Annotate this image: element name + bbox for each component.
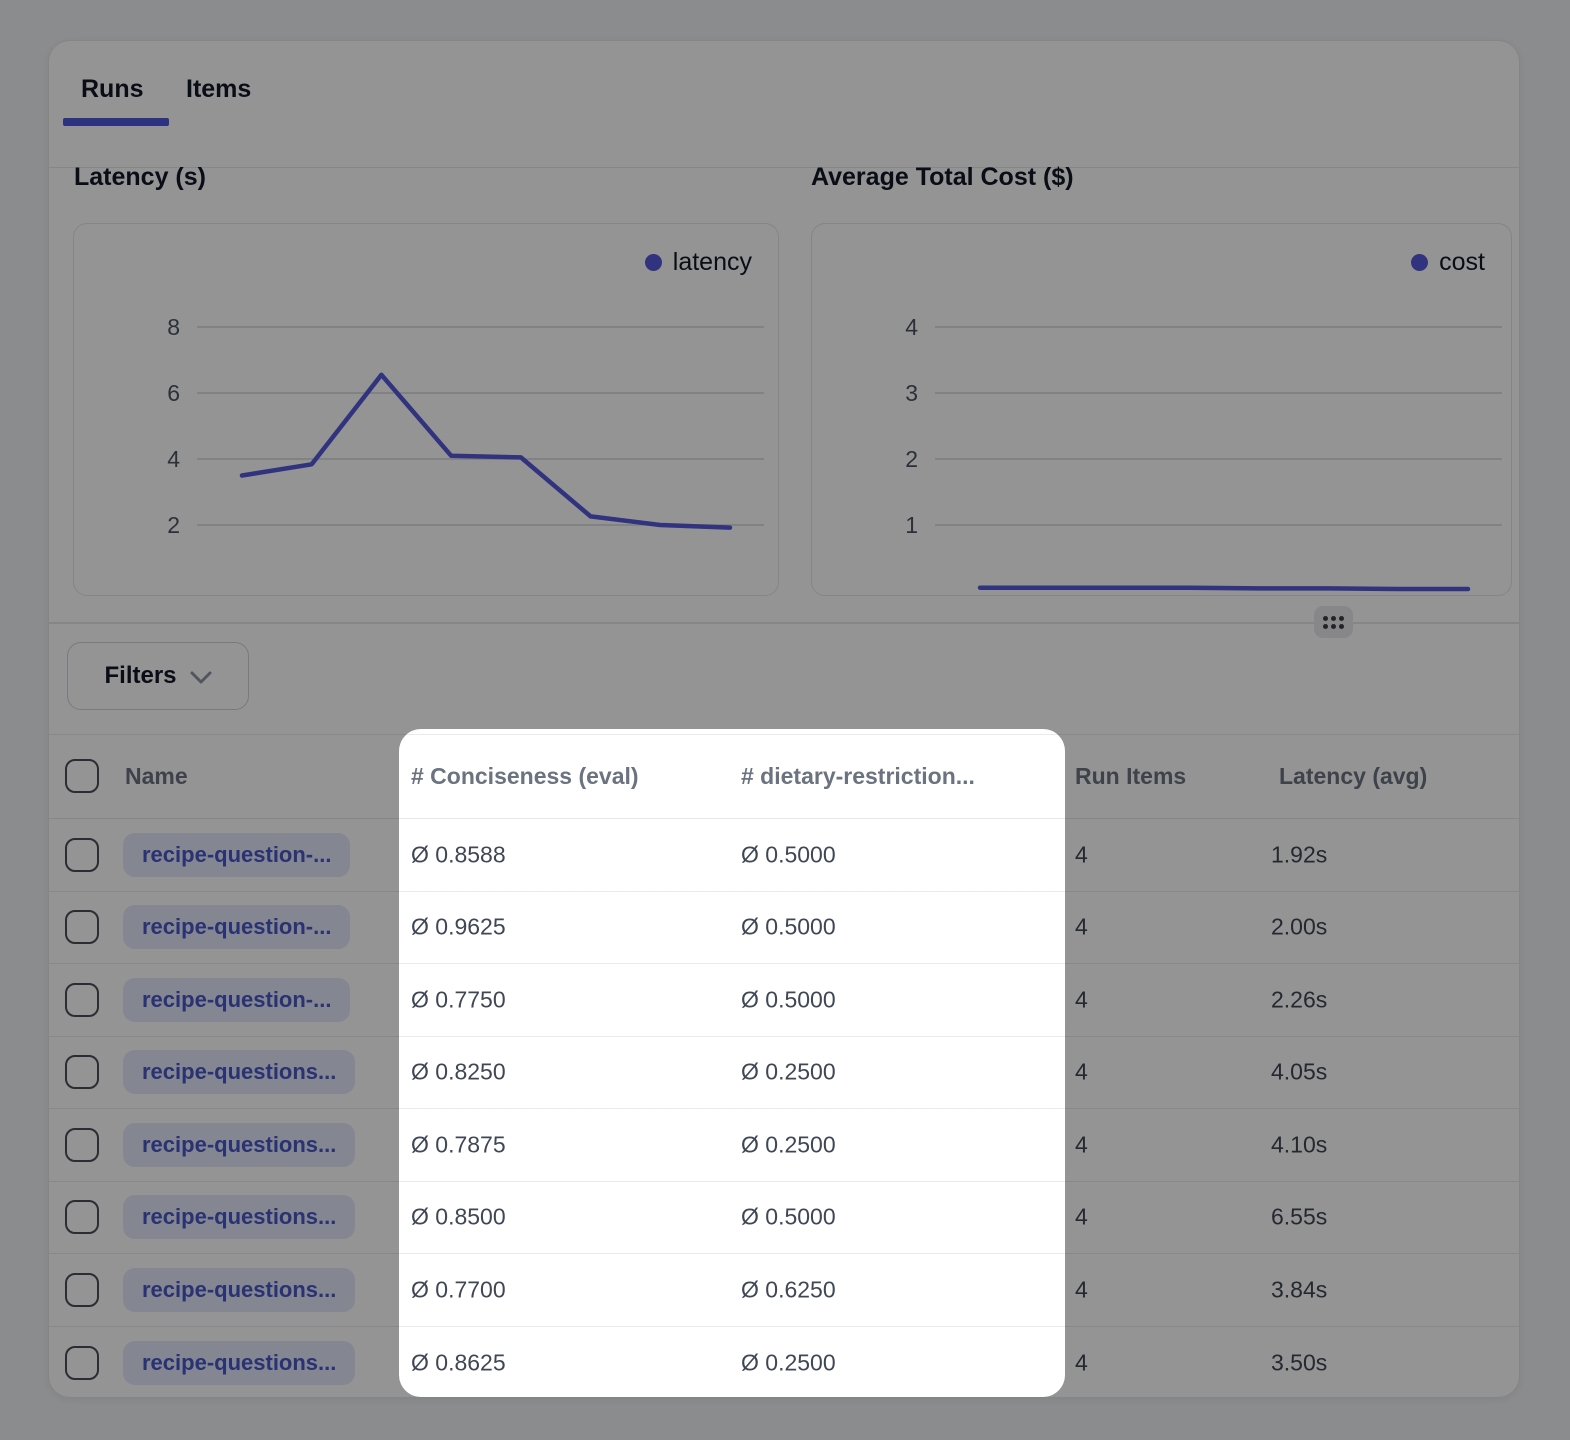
conciseness-score-value: Ø 0.8625 [411, 1349, 506, 1376]
dietary-score-value: Ø 0.5000 [741, 1204, 836, 1231]
table-row[interactable]: recipe-questions... Ø 0.8500 Ø 0.5000 4 6.55… [49, 1182, 1519, 1255]
run-items-value: 4 [1075, 1059, 1088, 1086]
dietary-score-value: Ø 0.5000 [741, 841, 836, 868]
svg-text:8: 8 [167, 314, 180, 340]
dietary-score-value: Ø 0.5000 [741, 914, 836, 941]
svg-text:6: 6 [167, 380, 180, 406]
conciseness-score-value: Ø 0.8500 [411, 1204, 506, 1231]
column-header-run-items: Run Items [1075, 763, 1186, 790]
latency-avg-value: 4.10s [1271, 1131, 1327, 1158]
conciseness-score-value: Ø 0.7750 [411, 986, 506, 1013]
table-header: Name # Conciseness (eval) # dietary-rest… [49, 735, 1519, 819]
latency-avg-value: 2.00s [1271, 914, 1327, 941]
dietary-score-value: Ø 0.2500 [741, 1131, 836, 1158]
run-items-value: 4 [1075, 986, 1088, 1013]
table-row[interactable]: recipe-question-... Ø 0.8588 Ø 0.5000 4 1.92… [49, 819, 1519, 892]
table-row[interactable]: recipe-questions... Ø 0.8250 Ø 0.2500 4 4.05… [49, 1037, 1519, 1110]
run-name-chip[interactable]: recipe-question-... [123, 978, 350, 1022]
table-row[interactable]: recipe-questions... Ø 0.8625 Ø 0.2500 4 3.50… [49, 1327, 1519, 1400]
main-card: Runs Items Latency (s) Average Total Cos… [48, 40, 1520, 1398]
conciseness-score-value: Ø 0.8250 [411, 1059, 506, 1086]
dietary-score-value: Ø 0.2500 [741, 1059, 836, 1086]
panel-divider [49, 622, 1519, 624]
tab-items[interactable]: Items [186, 75, 251, 104]
row-checkbox[interactable] [65, 910, 99, 944]
row-checkbox[interactable] [65, 1200, 99, 1234]
page: { "tabs": { "runs": "Runs", "items": "It… [0, 0, 1570, 1440]
svg-text:2: 2 [167, 512, 180, 538]
table-row[interactable]: recipe-questions... Ø 0.7875 Ø 0.2500 4 4.10… [49, 1109, 1519, 1182]
run-items-value: 4 [1075, 1131, 1088, 1158]
latency-avg-value: 6.55s [1271, 1204, 1327, 1231]
latency-legend-label: latency [673, 248, 752, 277]
run-name-chip[interactable]: recipe-question-... [123, 833, 350, 877]
run-items-value: 4 [1075, 1276, 1088, 1303]
run-name-chip[interactable]: recipe-questions... [123, 1268, 355, 1312]
svg-text:2: 2 [905, 446, 918, 472]
table-row[interactable]: recipe-question-... Ø 0.9625 Ø 0.5000 4 2.00… [49, 892, 1519, 965]
row-checkbox[interactable] [65, 1346, 99, 1380]
svg-text:1: 1 [905, 512, 918, 538]
cost-legend-dot [1411, 254, 1428, 271]
run-name-chip[interactable]: recipe-questions... [123, 1341, 355, 1385]
select-all-checkbox[interactable] [65, 759, 99, 793]
grip-dots-icon [1323, 616, 1344, 629]
conciseness-score-value: Ø 0.8588 [411, 841, 506, 868]
column-header-conciseness: # Conciseness (eval) [411, 763, 639, 790]
svg-text:3: 3 [905, 380, 918, 406]
latency-avg-value: 1.92s [1271, 841, 1327, 868]
filters-button[interactable]: Filters [67, 642, 249, 710]
run-name-chip[interactable]: recipe-questions... [123, 1195, 355, 1239]
conciseness-score-value: Ø 0.9625 [411, 914, 506, 941]
active-tab-indicator [63, 118, 169, 126]
resize-drag-handle[interactable] [1314, 606, 1353, 638]
dietary-score-value: Ø 0.6250 [741, 1276, 836, 1303]
row-checkbox[interactable] [65, 1273, 99, 1307]
tab-runs[interactable]: Runs [81, 75, 144, 104]
conciseness-score-value: Ø 0.7875 [411, 1131, 506, 1158]
run-items-value: 4 [1075, 1204, 1088, 1231]
table-row[interactable]: recipe-question-... Ø 0.7750 Ø 0.5000 4 2.26… [49, 964, 1519, 1037]
latency-legend: latency [645, 248, 752, 277]
runs-table: Name # Conciseness (eval) # dietary-rest… [49, 734, 1519, 1399]
run-items-value: 4 [1075, 1349, 1088, 1376]
latency-avg-value: 3.50s [1271, 1349, 1327, 1376]
latency-avg-value: 3.84s [1271, 1276, 1327, 1303]
cost-line-chart: 4 3 2 1 [812, 224, 1513, 597]
run-items-value: 4 [1075, 841, 1088, 868]
run-name-chip[interactable]: recipe-question-... [123, 905, 350, 949]
latency-chart: 8 6 4 2 latency [73, 223, 779, 596]
dietary-score-value: Ø 0.5000 [741, 986, 836, 1013]
latency-line-chart: 8 6 4 2 [74, 224, 780, 597]
run-name-chip[interactable]: recipe-questions... [123, 1050, 355, 1094]
svg-text:4: 4 [167, 446, 180, 472]
column-header-latency: Latency (avg) [1279, 763, 1427, 790]
chevron-down-icon [190, 671, 212, 685]
cost-chart-title: Average Total Cost ($) [811, 163, 1074, 192]
cost-legend-label: cost [1439, 248, 1485, 277]
conciseness-score-value: Ø 0.7700 [411, 1276, 506, 1303]
row-checkbox[interactable] [65, 1055, 99, 1089]
run-items-value: 4 [1075, 914, 1088, 941]
run-name-chip[interactable]: recipe-questions... [123, 1123, 355, 1167]
latency-chart-title: Latency (s) [74, 163, 206, 192]
dietary-score-value: Ø 0.2500 [741, 1349, 836, 1376]
column-header-name: Name [125, 763, 188, 790]
row-checkbox[interactable] [65, 983, 99, 1017]
latency-avg-value: 2.26s [1271, 986, 1327, 1013]
cost-legend: cost [1411, 248, 1485, 277]
row-checkbox[interactable] [65, 1128, 99, 1162]
latency-avg-value: 4.05s [1271, 1059, 1327, 1086]
latency-legend-dot [645, 254, 662, 271]
column-header-dietary: # dietary-restriction... [741, 763, 975, 790]
svg-text:4: 4 [905, 314, 918, 340]
table-body: recipe-question-... Ø 0.8588 Ø 0.5000 4 1.92… [49, 819, 1519, 1399]
cost-chart: 4 3 2 1 cost [811, 223, 1512, 596]
filters-button-label: Filters [104, 662, 176, 690]
table-row[interactable]: recipe-questions... Ø 0.7700 Ø 0.6250 4 3.84… [49, 1254, 1519, 1327]
row-checkbox[interactable] [65, 838, 99, 872]
tab-bar: Runs Items [49, 41, 1519, 168]
